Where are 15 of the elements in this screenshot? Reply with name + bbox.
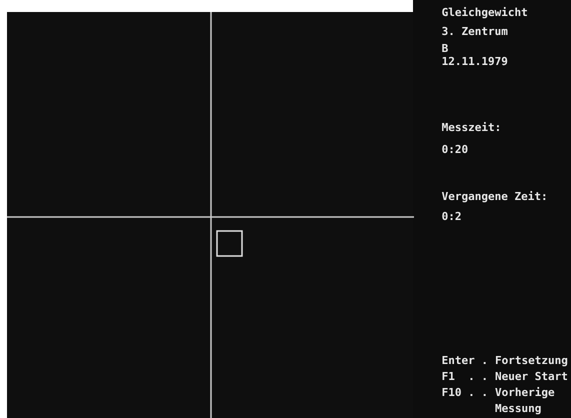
key-label: F1 . . xyxy=(442,369,488,385)
subject-label: B xyxy=(442,42,450,55)
center-label: 3. Zentrum xyxy=(442,25,509,38)
marker-square xyxy=(216,230,243,257)
test-title: Gleichgewicht xyxy=(442,6,529,19)
key-action: Neuer Start xyxy=(495,369,569,385)
elapsed-time-label: Vergangene Zeit: xyxy=(442,190,549,203)
measure-time-label: Messzeit: xyxy=(442,121,502,134)
date-label: 12.11.1979 xyxy=(442,55,509,68)
key-label: Enter . xyxy=(442,353,488,369)
elapsed-time-value: 0:2 xyxy=(442,210,463,223)
key-action: Fortsetzung xyxy=(495,353,569,369)
key-label: F10 . . xyxy=(442,385,488,401)
measure-time-value: 0:20 xyxy=(442,143,470,156)
key-action: Vorherige Messung xyxy=(495,385,556,417)
